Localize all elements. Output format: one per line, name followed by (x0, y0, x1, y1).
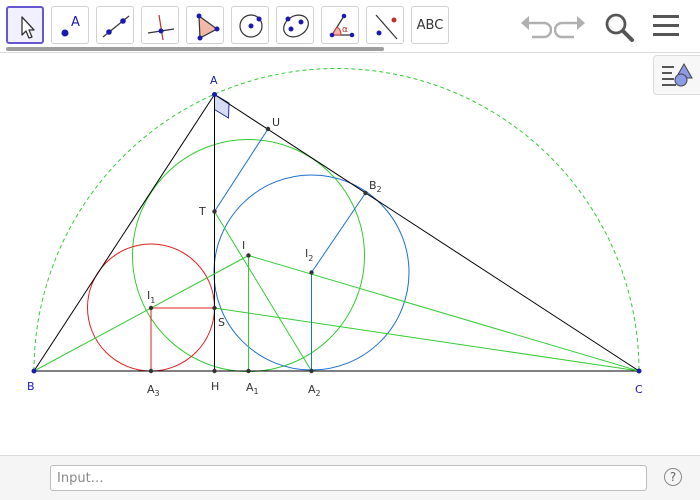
reflect-tool-icon (375, 14, 398, 40)
toolbar: A α ABC (0, 0, 700, 52)
angle-tool-icon: α (329, 13, 355, 38)
label-c: C (635, 383, 643, 396)
segment-b-i (33, 255, 249, 372)
angle-tool-button[interactable]: α (321, 6, 359, 44)
label-i2: I2 (305, 247, 313, 263)
undo-icon[interactable] (518, 10, 552, 42)
point-u[interactable] (265, 126, 271, 132)
move-tool-icon (21, 16, 35, 39)
help-button[interactable]: ? (664, 468, 682, 486)
label-b2: B2 (369, 179, 382, 194)
label-a: A (210, 74, 218, 87)
side-ab (33, 94, 215, 372)
segment-i2-b2 (311, 192, 366, 273)
style-bar-toggle-icon (662, 62, 693, 87)
angle-tool-label: α (342, 25, 348, 35)
label-s: S (218, 316, 225, 329)
label-h: H (211, 380, 219, 393)
circle-center-point-tool-icon (239, 14, 263, 38)
point-b2[interactable] (363, 190, 368, 196)
point-a3[interactable] (148, 368, 154, 374)
segment-t-a2 (214, 211, 312, 372)
point-i[interactable] (246, 253, 251, 258)
point-t[interactable] (212, 209, 217, 214)
input-bar: ? (0, 455, 700, 500)
style-bar-toggle-button[interactable] (653, 55, 700, 95)
segment-i-c (248, 255, 640, 372)
polygon-tool-icon (196, 13, 220, 41)
conic-tool-button[interactable] (276, 6, 314, 44)
line-tool-button[interactable] (96, 6, 134, 44)
point-b[interactable] (31, 368, 37, 374)
polygon-tool-button[interactable] (186, 6, 224, 44)
point-a1[interactable] (246, 368, 251, 374)
point-i1[interactable] (148, 305, 154, 311)
toolbar-scrollbar[interactable] (6, 47, 384, 51)
move-tool-button[interactable] (6, 6, 44, 44)
text-tool-button[interactable]: ABC (411, 6, 449, 44)
circle-tool-button[interactable] (231, 6, 269, 44)
label-t: T (198, 205, 206, 218)
search-icon[interactable] (602, 10, 636, 44)
label-a3: A3 (147, 383, 160, 398)
perpendicular-line-tool-icon (147, 14, 175, 41)
label-u: U (272, 116, 280, 129)
segment-t-u (214, 128, 269, 212)
label-a1: A1 (246, 381, 259, 396)
line-tool-icon (102, 15, 130, 38)
point-tool-icon: A (61, 15, 80, 37)
label-i: I (242, 239, 245, 252)
point-tool-button[interactable]: A (51, 6, 89, 44)
point-h[interactable] (212, 368, 217, 374)
point-i2[interactable] (309, 270, 314, 275)
label-i1: I1 (147, 289, 155, 305)
hamburger-menu-icon[interactable] (651, 12, 681, 40)
algebra-input-field[interactable] (50, 465, 647, 491)
reflect-tool-button[interactable] (366, 6, 404, 44)
point-a2[interactable] (309, 368, 314, 374)
point-a[interactable] (212, 92, 217, 97)
label-b: B (27, 380, 35, 393)
side-ac (214, 94, 640, 372)
right-angle-marker (214, 93, 230, 119)
graphics-view[interactable]: A B C U B2 T I I2 I1 S A3 H A1 A2 (0, 53, 700, 455)
conic-tool-icon (283, 14, 309, 38)
perpendicular-line-tool-button[interactable] (141, 6, 179, 44)
text-tool-icon: ABC (416, 17, 444, 33)
redo-icon[interactable] (554, 10, 588, 42)
point-s[interactable] (212, 305, 217, 311)
segment-s-c (214, 307, 640, 372)
point-c[interactable] (636, 368, 642, 374)
point-tool-label: A (71, 15, 80, 30)
label-a2: A2 (308, 383, 321, 398)
